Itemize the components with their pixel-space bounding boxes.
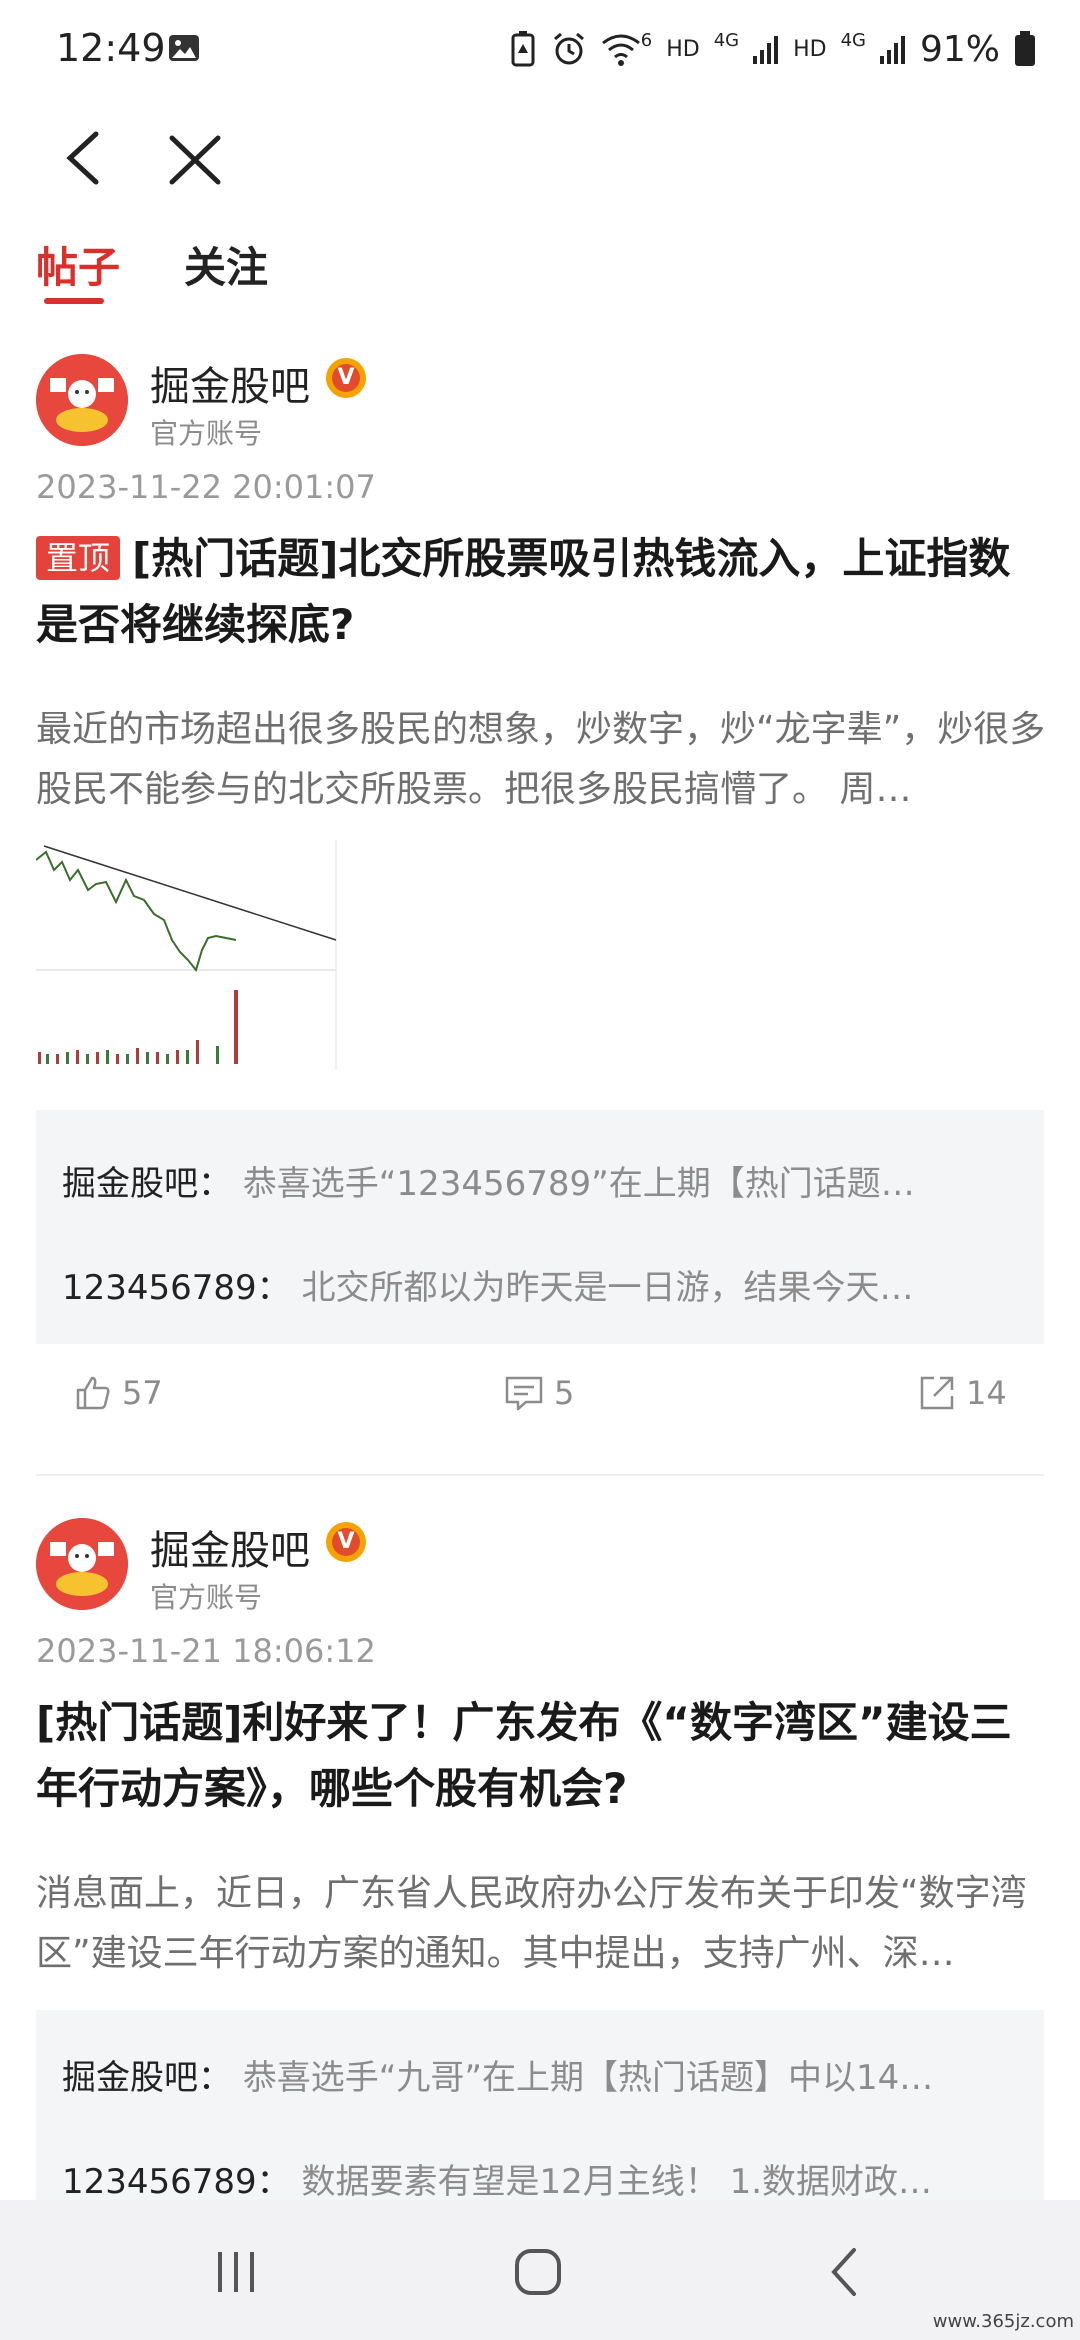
watermark: www.365jz.com [932,2311,1074,2332]
verified-icon: V [326,1522,366,1562]
gallery-icon [169,35,199,61]
comment-button[interactable]: 5 [504,1374,574,1412]
post-time: 2023-11-21 18:06:12 [36,1632,376,1670]
post-divider [36,1474,1044,1476]
verified-icon: V [326,358,366,398]
wifi-sub-label: 6 [640,29,653,51]
avatar[interactable] [36,1518,128,1610]
post-excerpt: 消息面上，近日，广东省人民政府办公厅发布关于印发“数字湾区”建设三年行动方案的通… [36,1873,1027,1974]
back-nav-icon[interactable] [826,2246,862,2298]
comment-icon [505,1376,543,1411]
network-label-1: 4G [713,29,740,51]
post-card[interactable]: 掘金股吧 V 官方账号 2023-11-22 20:01:07 置顶 [热门话题]… [0,340,1080,1476]
network-label-2: 4G [840,29,866,51]
avatar[interactable] [36,354,128,446]
status-time: 12:49 [56,26,166,70]
post-actions: 57 5 14 [0,1374,1080,1454]
like-button[interactable]: 57 [74,1374,163,1412]
home-icon[interactable] [514,2248,562,2296]
mascot-icon [36,354,128,446]
alarm-icon [553,32,584,65]
tab-posts[interactable]: 帖子 [36,234,120,295]
recent-apps-icon[interactable] [214,2250,260,2294]
battery-saver-icon [511,31,535,67]
comment-preview[interactable]: 掘金股吧： 恭喜选手“九哥”在上期【热门话题】中以14… 123456789： … [36,2010,1044,2210]
comment-count: 5 [554,1374,575,1412]
tab-follow[interactable]: 关注 [184,234,268,295]
post-excerpt: 最近的市场超出很多股民的想象，炒数字，炒“龙字辈”，炒很多股民不能参与的北交所股… [36,709,1046,810]
signal-icon-1 [753,36,779,64]
pinned-badge: 置顶 [36,536,121,580]
comment-author: 掘金股吧： [62,2058,232,2098]
battery-percent: 91% [919,28,1000,70]
post-time: 2023-11-22 20:01:07 [36,468,376,506]
hd-label-2: HD [793,36,827,62]
post-title-text: [热门话题]北交所股票吸引热钱流入，上证指数是否将继续探底? [36,534,1011,649]
signal-icon-2 [879,36,905,64]
post-title[interactable]: [热门话题]利好来了！广东发布《“数字湾区”建设三年行动方案》，哪些个股有机会? [36,1690,1046,1822]
battery-icon [1015,31,1035,66]
post-title[interactable]: 置顶 [热门话题]北交所股票吸引热钱流入，上证指数是否将继续探底? [36,526,1046,658]
wifi-icon [601,34,640,66]
thumbs-up-icon [76,1376,110,1410]
share-icon [920,1376,954,1410]
share-count: 14 [966,1374,1007,1412]
stock-chart-thumbnail[interactable] [36,840,366,1070]
post-card[interactable]: 掘金股吧 V 官方账号 2023-11-21 18:06:12 [热门话题]利好… [0,1504,1080,2210]
comment-author: 123456789： [62,1268,291,1308]
author-name[interactable]: 掘金股吧 [150,354,310,412]
status-icons: 6 HD 4G HD 4G 91% [509,24,1036,74]
close-icon[interactable] [160,118,230,198]
comment-text: 恭喜选手“九哥”在上期【热门话题】中以14… [242,2058,934,2098]
like-count: 57 [122,1374,163,1412]
comment-author: 掘金股吧： [62,1164,232,1204]
hd-label-1: HD [666,36,700,62]
comment-row: 123456789： 北交所都以为昨天是一日游，结果今天… [62,1260,1022,1309]
status-bar: 12:49 6 HD 4G HD 4G 91% [0,0,1080,100]
comment-row: 掘金股吧： 恭喜选手“123456789”在上期【热门话题… [62,1156,1022,1205]
comment-text: 北交所都以为昨天是一日游，结果今天… [301,1268,914,1308]
account-type: 官方账号 [150,417,263,450]
account-type: 官方账号 [150,1581,263,1614]
mascot-icon [36,1518,128,1610]
comment-row: 123456789： 数据要素有望是12月主线！ 1.数据财政… [62,2154,1022,2203]
back-icon[interactable] [56,118,116,198]
comment-preview[interactable]: 掘金股吧： 恭喜选手“123456789”在上期【热门话题… 123456789… [36,1110,1044,1344]
system-nav-bar: www.365jz.com [0,2200,1080,2340]
comment-text: 恭喜选手“123456789”在上期【热门话题… [242,1164,915,1204]
comment-author: 123456789： [62,2162,291,2202]
author-name[interactable]: 掘金股吧 [150,1518,310,1576]
comment-row: 掘金股吧： 恭喜选手“九哥”在上期【热门话题】中以14… [62,2050,1022,2099]
tab-bar: 帖子 关注 [0,220,1080,320]
share-button[interactable]: 14 [918,1374,1007,1412]
tab-active-indicator [44,298,104,304]
comment-text: 数据要素有望是12月主线！ 1.数据财政… [301,2162,933,2202]
top-nav [0,100,1080,220]
